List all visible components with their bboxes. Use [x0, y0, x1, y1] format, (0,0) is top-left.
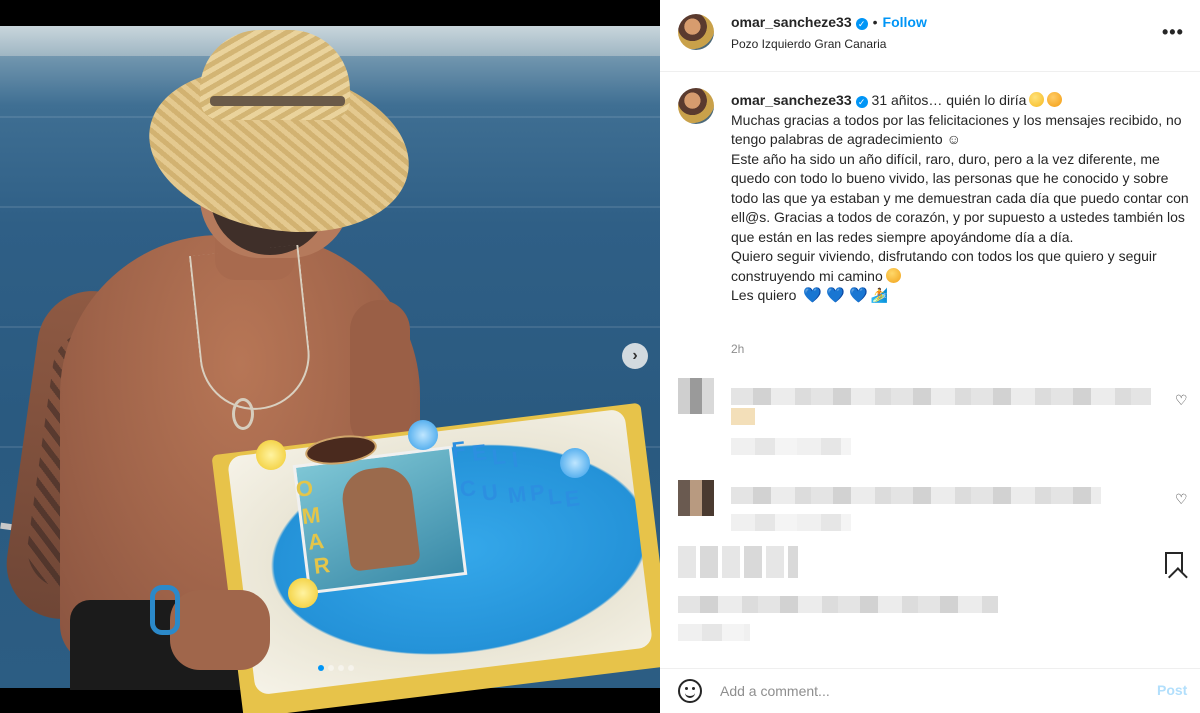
- caption-line: Muchas gracias a todos por las felicitac…: [731, 111, 1182, 148]
- chevron-right-icon[interactable]: ›: [622, 343, 648, 369]
- more-options-icon[interactable]: •••: [1162, 22, 1184, 43]
- emoji-smiley-icon[interactable]: [678, 679, 702, 703]
- avatar[interactable]: [678, 14, 714, 50]
- username-link[interactable]: omar_sancheze33: [731, 14, 852, 30]
- avatar[interactable]: [678, 88, 714, 124]
- carousel-dot: [318, 665, 324, 671]
- post-comment-button[interactable]: Post: [1157, 682, 1187, 698]
- cake-letter: E: [563, 485, 582, 512]
- cake-letter: E: [470, 439, 489, 466]
- add-comment-bar: Post: [660, 668, 1200, 713]
- post-media[interactable]: O M A R F E L I C U M P L E ›: [0, 0, 660, 713]
- heart-outline-icon[interactable]: ♡: [1175, 392, 1188, 409]
- carousel-dot: [328, 665, 334, 671]
- verified-badge-icon: ✓: [855, 18, 868, 30]
- bookmark-icon[interactable]: [1165, 552, 1183, 574]
- likes-summary: [678, 594, 1188, 674]
- cake-letter: M: [300, 501, 322, 530]
- blurred-comment-text: [731, 487, 1101, 504]
- cake-rose: [408, 420, 438, 450]
- cake-rose: [256, 440, 286, 470]
- cake-letter: C: [458, 475, 478, 502]
- cake-letter: O: [294, 475, 315, 502]
- caption-username[interactable]: omar_sancheze33: [731, 92, 852, 108]
- separator: •: [872, 14, 878, 30]
- surfer-icon: 🏄: [870, 287, 889, 303]
- straw-hat-crown: [200, 30, 350, 120]
- blurred-comment-meta: [731, 514, 851, 531]
- post-header: omar_sancheze33 ✓ • Follow Pozo Izquierdo G…: [660, 0, 1200, 72]
- heart-outline-icon[interactable]: ♡: [1175, 491, 1188, 508]
- cake-letter: P: [528, 479, 547, 506]
- carousel-indicator: [318, 665, 354, 671]
- cake-letter: M: [506, 480, 528, 509]
- carousel-dot: [338, 665, 344, 671]
- cake-letter: R: [312, 552, 332, 579]
- heart-eyes-icon: [885, 267, 901, 283]
- caption-line: Quiero seguir viviendo, disfrutando con …: [731, 248, 1157, 284]
- flushed-face-icon: [1029, 92, 1045, 107]
- blurred-comment-text: [731, 388, 1151, 405]
- shushing-face-icon: [1047, 92, 1063, 107]
- necklace-pendant: [232, 398, 254, 430]
- blurred-action-icons: [678, 546, 798, 578]
- blurred-date-text: [678, 624, 750, 641]
- caption-line: 31 añitos… quién lo diría: [871, 92, 1027, 108]
- cake-letter: A: [306, 528, 326, 555]
- verified-badge-icon: ✓: [855, 96, 868, 108]
- post-side-panel: omar_sancheze33 ✓ • Follow Pozo Izquierdo G…: [660, 0, 1200, 713]
- location-link[interactable]: Pozo Izquierdo Gran Canaria: [731, 37, 886, 51]
- hat-band: [210, 96, 345, 106]
- man-right-arm: [350, 300, 410, 450]
- blurred-comment-meta: [731, 438, 851, 455]
- avatar[interactable]: [678, 480, 714, 516]
- cake-rose: [560, 448, 590, 478]
- comment-input[interactable]: [720, 681, 1120, 701]
- carousel-dot: [348, 665, 354, 671]
- comment-item: ♡: [678, 378, 1188, 458]
- caption-line: Este año ha sido un año difícil, raro, d…: [731, 150, 1189, 245]
- follow-button[interactable]: Follow: [883, 14, 927, 30]
- post-timestamp[interactable]: 2h: [731, 342, 744, 356]
- blurred-likes-text: [678, 596, 998, 613]
- blue-heart-icon: 💙 💙 💙: [803, 287, 868, 304]
- caption-line: Les quiero: [731, 287, 797, 303]
- wristband: [150, 585, 180, 635]
- blurred-comment-text: [731, 408, 755, 425]
- man-hand: [170, 590, 270, 670]
- avatar[interactable]: [678, 378, 714, 414]
- cake-letter: U: [480, 479, 500, 506]
- cake-rose: [288, 578, 318, 608]
- caption-text: omar_sancheze33 ✓ 31 añitos… quién lo dir…: [731, 91, 1191, 306]
- header-name-line: omar_sancheze33 ✓ • Follow: [731, 14, 927, 30]
